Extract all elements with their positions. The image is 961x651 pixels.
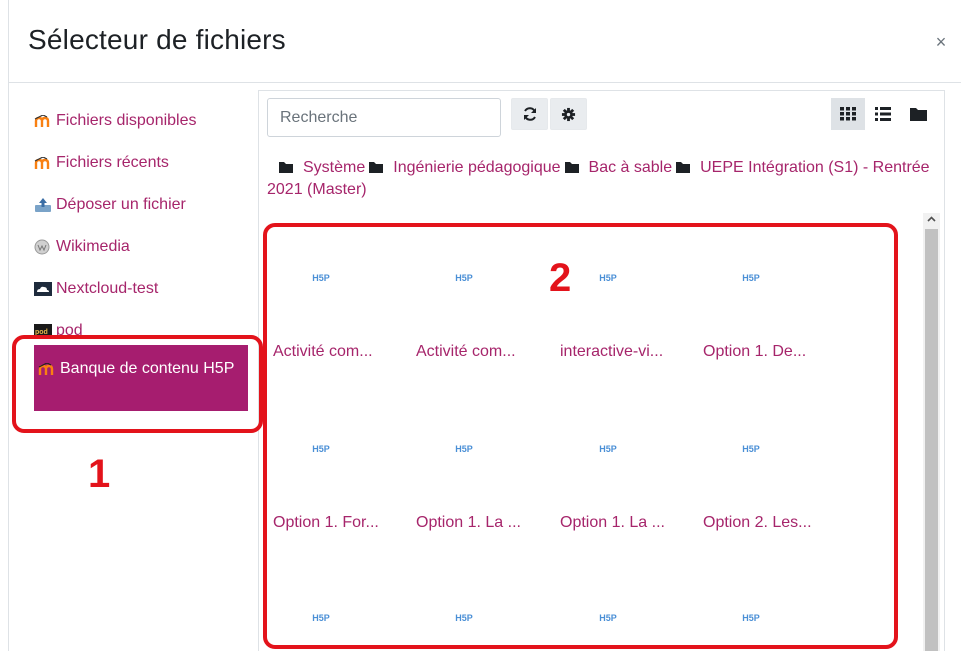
scrollbar-thumb[interactable]: [925, 229, 938, 651]
folder-icon: [369, 162, 384, 173]
list-view-button[interactable]: [866, 98, 900, 130]
repo-wikimedia[interactable]: Wikimedia: [34, 226, 248, 268]
folder-icon: [279, 162, 293, 173]
repo-nextcloud[interactable]: Nextcloud-test: [34, 268, 248, 310]
list-view-icon: [875, 107, 891, 121]
folder-view-icon: [909, 108, 927, 121]
breadcrumb-label: Système: [303, 159, 366, 176]
grid-view-icon: [840, 107, 856, 121]
breadcrumb: Système Ingénierie pédagogique Bac à sable…: [267, 157, 935, 201]
dialog-left-border: [8, 0, 9, 651]
highlight-box-2: [263, 223, 898, 649]
breadcrumb-label: Ingénierie pédagogique: [393, 159, 561, 176]
settings-button[interactable]: [550, 98, 587, 130]
wikimedia-icon: [34, 239, 54, 255]
breadcrumb-label: Bac à sable: [588, 159, 673, 176]
upload-icon: [34, 197, 54, 213]
grid-view-button[interactable]: [831, 98, 865, 130]
gear-icon: [561, 107, 576, 121]
repo-label: Fichiers disponibles: [56, 112, 197, 129]
scroll-up-arrow-icon[interactable]: [923, 211, 940, 227]
dialog-title: Sélecteur de fichiers: [28, 24, 286, 55]
repo-fichiers-recents[interactable]: Fichiers récents: [34, 142, 248, 184]
repo-label: Fichiers récents: [56, 154, 169, 171]
repo-fichiers-disponibles[interactable]: Fichiers disponibles: [34, 100, 248, 142]
repository-list: Fichiers disponibles Fichiers récents Dé…: [34, 100, 248, 411]
folder-icon: [676, 162, 691, 173]
breadcrumb-item[interactable]: Bac à sable: [561, 159, 673, 176]
refresh-icon: [523, 107, 536, 121]
nextcloud-icon: [34, 281, 54, 297]
dialog-header: Sélecteur de fichiers ×: [8, 0, 961, 83]
moodle-icon: [34, 113, 54, 129]
repo-label: Nextcloud-test: [56, 280, 159, 297]
folder-view-button[interactable]: [901, 98, 935, 130]
file-picker-dialog: Sélecteur de fichiers × Fichiers disponi…: [0, 0, 961, 651]
highlight-box-1: [12, 335, 263, 433]
annotation-label-2: 2: [549, 256, 572, 300]
search-input[interactable]: [267, 98, 501, 137]
breadcrumb-item[interactable]: Ingénierie pédagogique: [365, 159, 561, 176]
repo-label: Déposer un fichier: [56, 196, 186, 213]
repo-deposer-fichier[interactable]: Déposer un fichier: [34, 184, 248, 226]
repo-label: Wikimedia: [56, 238, 130, 255]
moodle-icon: [34, 155, 54, 171]
close-icon[interactable]: ×: [933, 33, 949, 51]
breadcrumb-item[interactable]: Système: [267, 159, 365, 176]
folder-icon: [564, 162, 579, 173]
refresh-button[interactable]: [511, 98, 548, 130]
annotation-label-1: 1: [88, 452, 111, 496]
